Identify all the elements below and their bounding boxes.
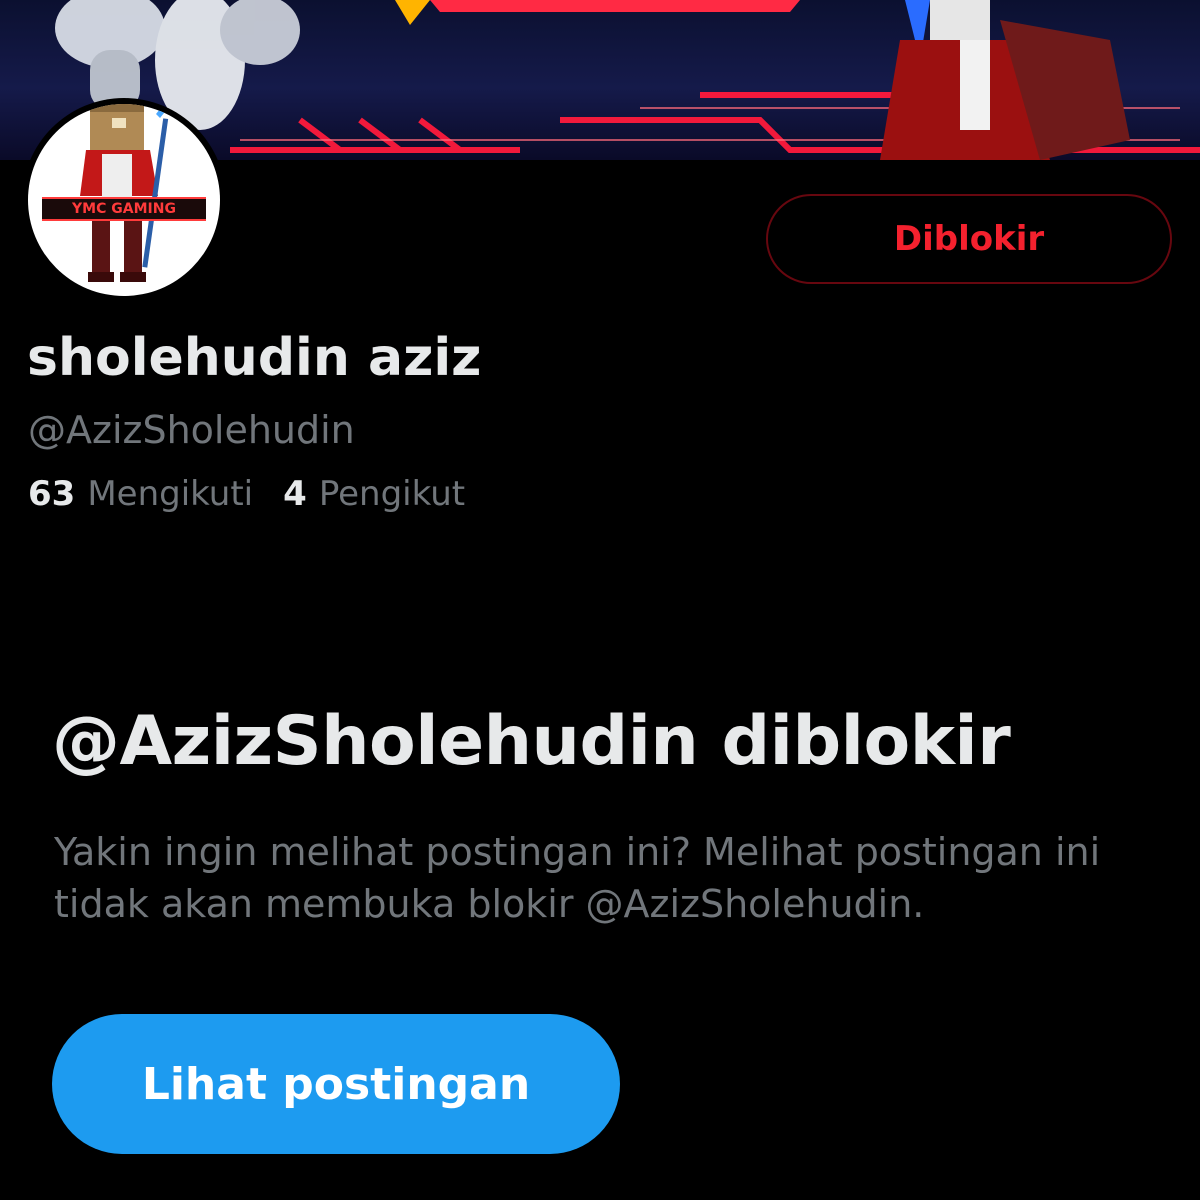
blocked-notice-description: Yakin ingin melihat postingan ini? Melih… — [54, 830, 1101, 926]
display-name: sholehudin aziz — [27, 328, 482, 388]
followers-count: 4 — [283, 474, 307, 514]
following-count: 63 — [28, 474, 76, 514]
follow-stats: 63 Mengikuti 4 Pengikut — [28, 474, 465, 514]
avatar[interactable]: YMC GAMING — [28, 104, 220, 296]
blocked-notice-title: @AzizSholehudin diblokir — [52, 702, 1011, 781]
view-posts-button-label: Lihat postingan — [141, 1058, 531, 1110]
blocked-button-label: Diblokir — [893, 219, 1045, 259]
followers-stat[interactable]: 4 Pengikut — [283, 474, 465, 514]
view-posts-button[interactable]: Lihat postingan — [52, 1014, 620, 1154]
followers-label: Pengikut — [318, 474, 466, 514]
following-label: Mengikuti — [87, 474, 254, 514]
user-handle: @AzizSholehudin — [28, 408, 355, 452]
following-stat[interactable]: 63 Mengikuti — [28, 474, 253, 514]
avatar-logo-text: YMC GAMING — [42, 197, 206, 221]
blocked-button[interactable]: Diblokir — [766, 194, 1172, 284]
